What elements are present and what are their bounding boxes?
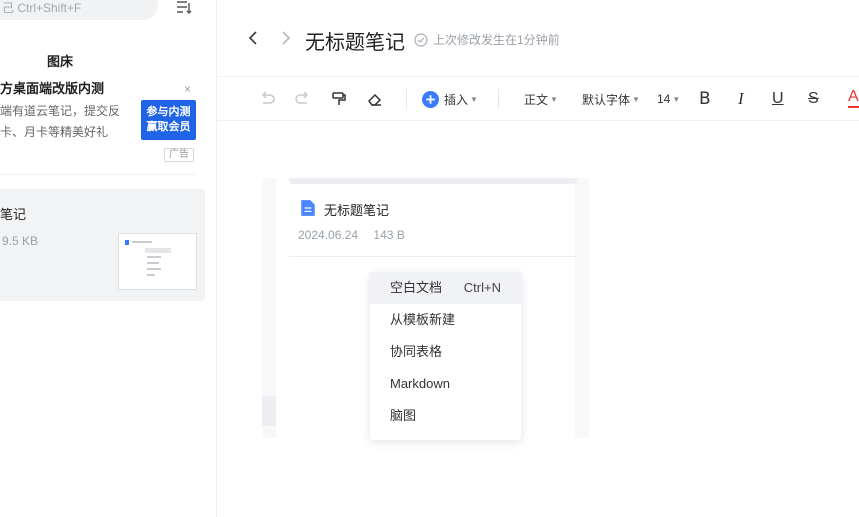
- panel-scroll-marker: [262, 396, 276, 426]
- ad-image-text: 赢取会员: [146, 121, 191, 133]
- note-title: 笔记: [0, 207, 27, 222]
- strikethrough-button[interactable]: S: [808, 88, 819, 110]
- chevron-down-icon: ▼: [632, 94, 640, 104]
- note-list-item[interactable]: 笔记 9.5 KB: [0, 189, 205, 301]
- undo-icon: [261, 91, 275, 104]
- file-meta: 2024.06.24 143 B: [298, 228, 405, 242]
- check-circle-icon: [414, 32, 428, 47]
- menu-item-markdown[interactable]: Markdown: [370, 368, 521, 400]
- format-painter-icon: [332, 92, 346, 105]
- note-size: 9.5 KB: [2, 234, 39, 248]
- font-size-value: 14: [657, 92, 671, 106]
- menu-item-shortcut: Ctrl+N: [463, 280, 501, 295]
- save-status-text: 上次修改发生在1分钟前: [433, 33, 560, 47]
- undo-button[interactable]: [258, 88, 276, 110]
- eraser-icon: [368, 93, 382, 106]
- menu-item-collab-sheet[interactable]: 协同表格: [370, 336, 521, 368]
- menu-item-label: Markdown: [390, 376, 450, 391]
- font-family-value: 默认字体: [582, 92, 631, 107]
- italic-button[interactable]: I: [738, 88, 744, 110]
- paragraph-style-select[interactable]: 正文 ▼: [524, 88, 558, 110]
- search-input[interactable]: 己 Ctrl+Shift+F: [0, 0, 158, 20]
- chevron-down-icon: ▼: [672, 94, 681, 104]
- format-painter-button[interactable]: [330, 88, 348, 110]
- document-icon: [301, 200, 315, 216]
- underline-button[interactable]: U: [772, 88, 784, 110]
- font-color-button[interactable]: A: [848, 88, 859, 108]
- menu-item-mind-map[interactable]: 脑图: [370, 400, 521, 432]
- divider: [0, 174, 196, 175]
- insert-label: 插入: [444, 92, 469, 107]
- panel-divider: [289, 256, 577, 257]
- file-date: 2024.06.24: [298, 228, 359, 242]
- plus-circle-icon: [422, 90, 439, 108]
- document-title[interactable]: 无标题笔记: [305, 26, 405, 55]
- section-title: 图床: [46, 54, 73, 69]
- menu-item-label: 从模板新建: [390, 312, 456, 327]
- menu-item-label: 协同表格: [390, 344, 443, 359]
- menu-item-label: 空白文档: [390, 280, 443, 295]
- redo-icon: [295, 91, 309, 104]
- menu-item-label: 脑图: [390, 408, 417, 423]
- ad-title[interactable]: 方桌面端改版内测: [0, 78, 104, 97]
- ad-desc-line: 端有道云笔记，提交反: [0, 104, 121, 118]
- panel-top-bar: [289, 178, 577, 184]
- ad-image[interactable]: 参与内测 赢取会员: [141, 100, 196, 140]
- chevron-down-icon: ▼: [470, 94, 478, 104]
- toolbar-separator: [498, 89, 499, 109]
- note-thumbnail: [118, 233, 197, 290]
- bold-button[interactable]: B: [699, 88, 711, 110]
- file-name[interactable]: 无标题笔记: [324, 200, 389, 219]
- font-size-select[interactable]: 14 ▼: [657, 88, 680, 110]
- sort-list-icon[interactable]: [176, 0, 192, 16]
- ad-desc-line: 卡、月卡等精美好礼: [0, 125, 109, 139]
- ad-badge: 广告: [164, 148, 194, 162]
- paragraph-style-value: 正文: [524, 92, 549, 107]
- ad-image-text: 参与内测: [146, 106, 191, 118]
- forward-arrow-icon[interactable]: [278, 30, 294, 46]
- back-arrow-icon[interactable]: [245, 30, 261, 46]
- toolbar-separator: [406, 89, 407, 109]
- save-status: 上次修改发生在1分钟前: [414, 31, 560, 48]
- new-document-menu: 空白文档 Ctrl+N 从模板新建 协同表格 Markdown 脑图: [370, 272, 521, 440]
- toolbar-top-border: [217, 76, 859, 77]
- menu-item-blank-document[interactable]: 空白文档 Ctrl+N: [370, 272, 521, 304]
- chevron-down-icon: ▼: [550, 94, 558, 104]
- ad-close-button[interactable]: ×: [184, 82, 191, 96]
- sidebar: 己 Ctrl+Shift+F 图床 方桌面端改版内测 × 端有道云笔记，提交反 …: [0, 0, 217, 517]
- font-family-select[interactable]: 默认字体 ▼: [582, 88, 640, 110]
- clear-format-button[interactable]: [366, 88, 384, 110]
- insert-button[interactable]: 插入 ▼: [422, 88, 478, 110]
- toolbar-bottom-border: [217, 120, 859, 121]
- file-size: 143 B: [373, 228, 405, 242]
- menu-item-from-template[interactable]: 从模板新建: [370, 304, 521, 336]
- redo-button[interactable]: [294, 88, 312, 110]
- ad-description: 端有道云笔记，提交反 卡、月卡等精美好礼: [0, 101, 120, 143]
